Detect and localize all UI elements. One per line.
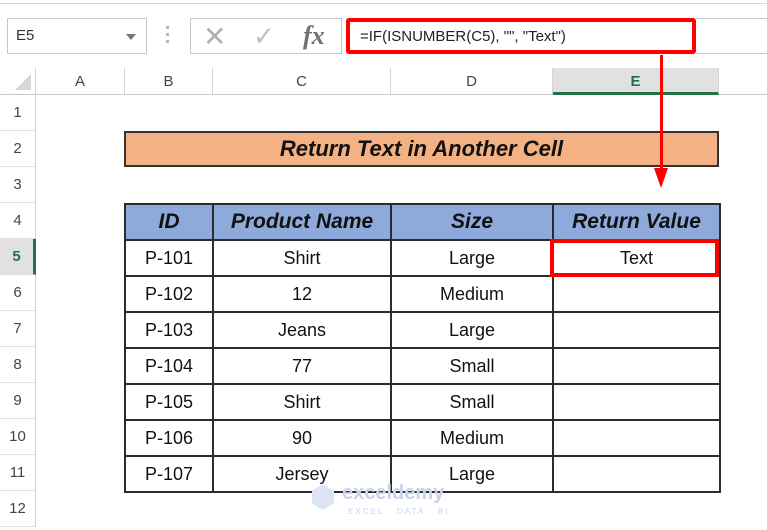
column-header-f[interactable]: [719, 68, 767, 95]
column-header-b[interactable]: B: [125, 68, 213, 95]
enter-icon[interactable]: ✓: [253, 21, 275, 52]
cell-size[interactable]: Large: [390, 239, 554, 277]
annotation-arrow-head-icon: [654, 168, 668, 188]
cell-size[interactable]: Medium: [390, 275, 554, 313]
row-header-7[interactable]: 7: [0, 311, 36, 347]
cell-size[interactable]: Small: [390, 347, 554, 385]
formula-buttons: ✕ ✓ fx: [190, 18, 342, 54]
column-header-c[interactable]: C: [213, 68, 391, 95]
cell-product[interactable]: Jeans: [212, 311, 392, 349]
table-row: P-105 Shirt Small: [124, 383, 721, 421]
cell-id[interactable]: P-107: [124, 455, 214, 493]
row-header-8[interactable]: 8: [0, 347, 36, 383]
table-row: P-103 Jeans Large: [124, 311, 721, 349]
row-header-12[interactable]: 12: [0, 491, 36, 527]
top-border: [0, 3, 767, 4]
column-header-d[interactable]: D: [391, 68, 553, 95]
row-header-6[interactable]: 6: [0, 275, 36, 311]
row-header-3[interactable]: 3: [0, 167, 36, 203]
table-row: P-102 12 Medium: [124, 275, 721, 313]
cell-product[interactable]: 77: [212, 347, 392, 385]
cell-id[interactable]: P-103: [124, 311, 214, 349]
cell-id[interactable]: P-102: [124, 275, 214, 313]
cell-return-value[interactable]: [552, 347, 721, 385]
cell-size[interactable]: Small: [390, 383, 554, 421]
name-box[interactable]: E5: [7, 18, 147, 54]
cell-product[interactable]: Shirt: [212, 383, 392, 421]
cell-id[interactable]: P-106: [124, 419, 214, 457]
header-size[interactable]: Size: [390, 203, 554, 241]
formula-input[interactable]: =IF(ISNUMBER(C5), "", "Text"): [346, 18, 696, 54]
header-id[interactable]: ID: [124, 203, 214, 241]
formula-text: =IF(ISNUMBER(C5), "", "Text"): [360, 28, 566, 45]
row-header-2[interactable]: 2: [0, 131, 36, 167]
table-row: P-101 Shirt Large Text: [124, 239, 721, 277]
cell-product[interactable]: Shirt: [212, 239, 392, 277]
cell-return-value[interactable]: [552, 275, 721, 313]
row-header-5[interactable]: 5: [0, 239, 36, 275]
cell-id[interactable]: P-104: [124, 347, 214, 385]
cell-size[interactable]: Large: [390, 311, 554, 349]
cell-return-value[interactable]: [552, 419, 721, 457]
table-row: P-104 77 Small: [124, 347, 721, 385]
data-table: ID Product Name Size Return Value P-101 …: [124, 203, 721, 493]
row-header-10[interactable]: 10: [0, 419, 36, 455]
table-row: P-106 90 Medium: [124, 419, 721, 457]
column-header-a[interactable]: A: [36, 68, 125, 95]
sheet-title-cell[interactable]: Return Text in Another Cell: [124, 131, 719, 167]
select-all-icon: [15, 74, 31, 90]
row-header-4[interactable]: 4: [0, 203, 36, 239]
cell-product[interactable]: 12: [212, 275, 392, 313]
cell-product[interactable]: 90: [212, 419, 392, 457]
row-header-9[interactable]: 9: [0, 383, 36, 419]
formula-bar-grip[interactable]: [166, 26, 170, 46]
table-header-row: ID Product Name Size Return Value: [124, 203, 721, 241]
column-header-e[interactable]: E: [553, 68, 719, 95]
cell-return-value[interactable]: Text: [552, 239, 721, 277]
cell-size[interactable]: Medium: [390, 419, 554, 457]
cell-id[interactable]: P-101: [124, 239, 214, 277]
header-product-name[interactable]: Product Name: [212, 203, 392, 241]
row-header-1[interactable]: 1: [0, 95, 36, 131]
insert-function-icon[interactable]: fx: [303, 21, 325, 51]
watermark-tagline: EXCEL · DATA · BI: [348, 507, 450, 516]
formula-bar-extension[interactable]: [696, 18, 767, 54]
cancel-icon[interactable]: ✕: [203, 20, 226, 53]
cell-return-value[interactable]: [552, 383, 721, 421]
annotation-arrow-shaft: [660, 55, 663, 170]
cell-return-value[interactable]: [552, 455, 721, 493]
cell-return-value[interactable]: [552, 311, 721, 349]
cell-id[interactable]: P-105: [124, 383, 214, 421]
name-box-value: E5: [16, 27, 35, 44]
select-all-button[interactable]: [0, 68, 36, 95]
row-header-11[interactable]: 11: [0, 455, 36, 491]
chevron-down-icon[interactable]: [126, 34, 136, 40]
header-return-value[interactable]: Return Value: [552, 203, 721, 241]
watermark-name: exceldemy: [342, 482, 445, 504]
